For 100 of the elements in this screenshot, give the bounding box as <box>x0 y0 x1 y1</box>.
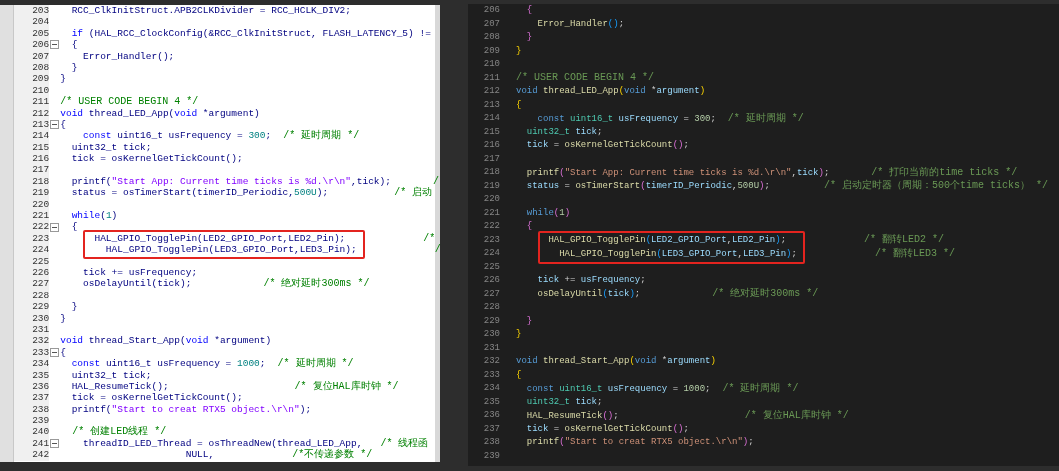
line-number: 235 <box>483 395 500 409</box>
code-line: uint32_t tick; <box>525 125 603 139</box>
code-line: tick = osKernelGetTickCount(); <box>70 153 243 165</box>
line-number: 209 <box>483 44 500 58</box>
code-line: { <box>70 39 78 51</box>
code-line: { <box>525 220 533 233</box>
line-number: 214 <box>32 130 50 142</box>
line-number: 230 <box>483 328 500 341</box>
code-line: void thread_Start_App(void *argument) <box>516 355 716 368</box>
code-line: } <box>60 312 66 324</box>
line-number: 207 <box>32 50 50 62</box>
line-number: 231 <box>32 323 50 336</box>
code-line: } <box>60 73 66 85</box>
code-line: { <box>516 368 522 382</box>
code-line: while(1) <box>525 206 571 220</box>
line-number: 216 <box>483 139 500 152</box>
line-number: 240 <box>32 426 50 438</box>
line-number: 231 <box>483 341 500 355</box>
line-number: 212 <box>483 85 500 98</box>
line-number: 211 <box>32 96 50 108</box>
line-number: 236 <box>483 409 500 422</box>
code-line: } <box>525 31 533 44</box>
line-number: 219 <box>32 187 50 199</box>
line-number: 235 <box>32 369 50 381</box>
line-number: 224 <box>32 244 50 256</box>
scrollbar[interactable] <box>435 5 440 462</box>
code-line: { <box>60 118 66 131</box>
code-line: } <box>70 301 78 313</box>
collapse-icon[interactable] <box>50 120 60 130</box>
line-number: 213 <box>483 98 500 112</box>
code-line: uint32_t tick; <box>525 395 603 409</box>
line-number: 223 <box>32 232 50 245</box>
line-number: 218 <box>483 166 500 179</box>
collapse-icon[interactable] <box>50 40 60 50</box>
code-line: status = osTimerStart(timerID_Periodic,500U); /* 启动定时器（周期：500个time ticks） */ <box>525 179 1048 193</box>
line-number: 203 <box>32 5 50 17</box>
line-number: 226 <box>32 267 50 279</box>
code-line: threadID_LED_Thread = osThreadNew(thread_LED_App, /* 线程函 <box>82 437 429 449</box>
line-number: 227 <box>483 287 500 301</box>
code-line: while(1) <box>70 210 118 222</box>
line-number: 229 <box>32 301 50 313</box>
line-number: 223 <box>483 233 500 247</box>
code-line: HAL_ResumeTick(); /* 复位HAL库时钟 */ <box>70 380 399 393</box>
line-number: 213 <box>32 118 50 131</box>
code-line: const uint16_t usFrequency = 300; /* 延时周期 */ <box>536 111 804 126</box>
code-line: } <box>516 44 522 58</box>
code-line: } <box>70 61 78 74</box>
line-number: 242 <box>32 449 50 461</box>
code-line: tick += usFrequency; <box>536 274 646 287</box>
line-number: 217 <box>483 152 500 166</box>
code-line: tick = osKernelGetTickCount(); <box>70 392 243 404</box>
line-number: 238 <box>483 436 500 449</box>
line-number: 234 <box>32 358 50 370</box>
line-number: 220 <box>32 198 50 211</box>
code-line: const uint16_t usFrequency = 1000; /* 延时周期 */ <box>525 381 799 396</box>
code-line: { <box>70 221 78 233</box>
line-number: 215 <box>32 141 50 154</box>
code-line: tick = osKernelGetTickCount(); <box>525 139 689 152</box>
code-line: const uint16_t usFrequency = 1000; /* 延时周期 */ <box>70 358 354 370</box>
code-line: uint32_t tick; <box>70 141 152 154</box>
line-number: 225 <box>32 255 50 267</box>
code-line: tick = osKernelGetTickCount(); <box>525 422 689 436</box>
collapse-icon[interactable] <box>50 347 60 357</box>
line-number: 205 <box>32 27 50 40</box>
line-number: 226 <box>483 274 500 287</box>
collapse-icon[interactable] <box>50 439 60 449</box>
line-number: 228 <box>32 289 50 302</box>
code-line: RCC_ClkInitStruct.APB2CLKDivider = RCC_HCLK_DIV2; <box>70 5 351 17</box>
line-number: 238 <box>32 403 50 416</box>
collapse-icon[interactable] <box>50 222 60 232</box>
line-number: 232 <box>32 335 50 347</box>
code-line: void thread_Start_App(void *argument) <box>60 335 272 347</box>
line-number: 221 <box>32 210 50 222</box>
code-line: } <box>516 328 522 341</box>
code-line: printf("Start App: Current time ticks is %d.\r\n",tick); /* 打印当前的time ticks */ <box>525 165 1018 179</box>
code-line: osDelayUntil(tick); /* 绝对延时300ms */ <box>536 287 819 301</box>
line-number: 233 <box>483 368 500 382</box>
line-number: 230 <box>32 312 50 324</box>
line-number: 212 <box>32 107 50 119</box>
code-line: if (HAL_RCC_ClockConfig(&RCC_ClkInitStruct, FLASH_LATENCY_5) != <box>70 27 431 40</box>
code-line: void thread_LED_App(void *argument) <box>516 85 706 98</box>
code-line: HAL_ResumeTick(); /* 复位HAL库时钟 */ <box>525 408 849 423</box>
line-number: 207 <box>483 17 500 31</box>
code-line: uint32_t tick; <box>70 369 152 381</box>
line-number: 218 <box>32 175 50 188</box>
line-number: 241 <box>32 437 50 450</box>
code-line: status = osTimerStart(timerID_Periodic,500U); /* 启动 <box>70 187 433 199</box>
code-line: { <box>516 98 522 112</box>
line-number: 222 <box>32 221 50 233</box>
code-line: printf("Start App: Current time ticks is %d.\r\n",tick); / <box>70 175 439 187</box>
code-line: tick += usFrequency; <box>82 267 198 279</box>
line-number: 211 <box>483 71 500 85</box>
code-line: HAL_GPIO_TogglePin(LED3_GPIO_Port,LED3_Pin); / <box>104 244 441 256</box>
line-number: 217 <box>32 164 50 176</box>
line-number: 209 <box>32 73 50 85</box>
code-line: { <box>60 346 66 359</box>
line-number: 214 <box>483 112 500 125</box>
line-number: 232 <box>483 355 500 368</box>
line-number: 234 <box>483 382 500 395</box>
line-number: 208 <box>32 61 50 74</box>
